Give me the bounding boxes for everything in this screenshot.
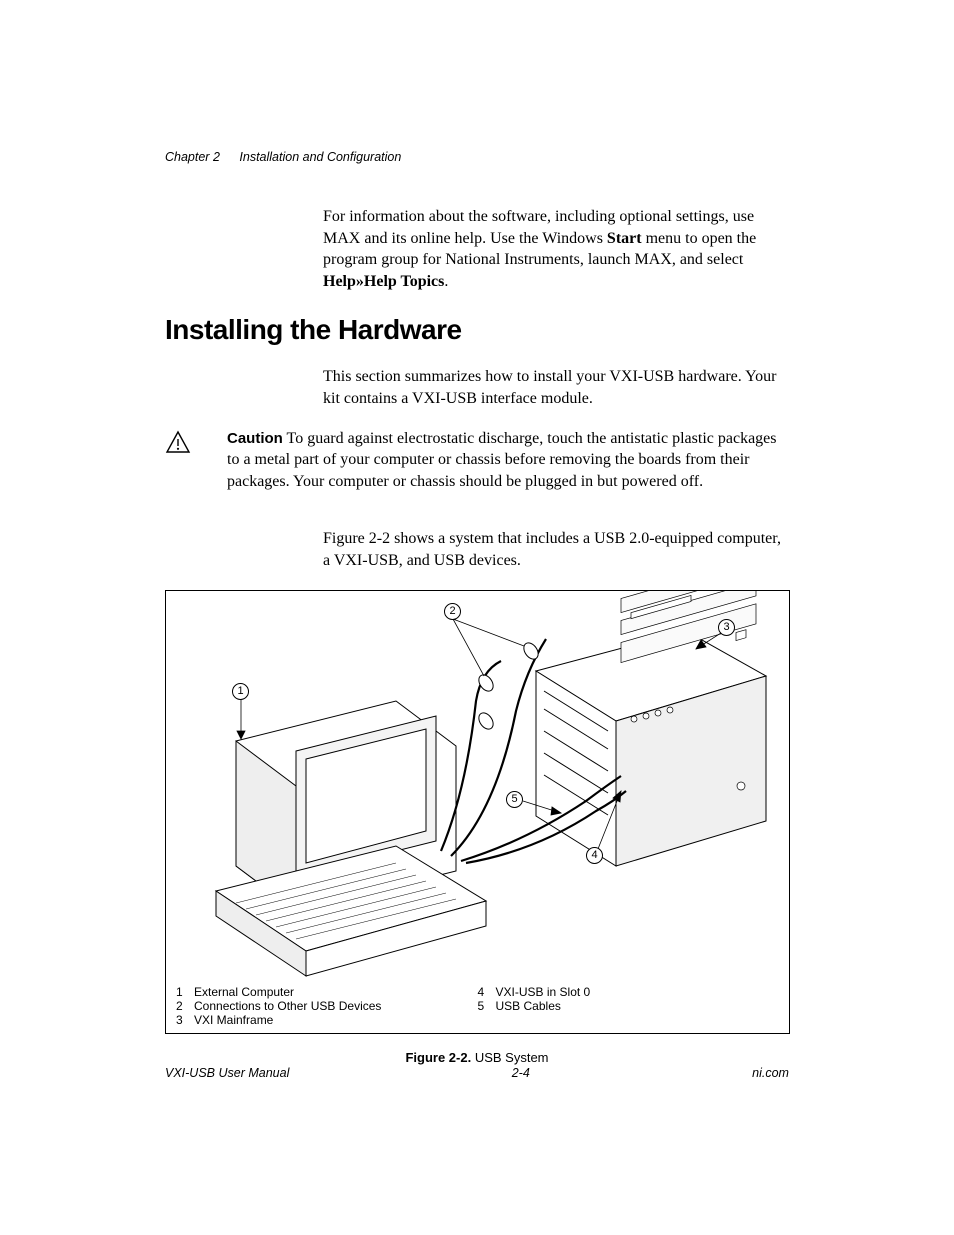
intro-text-help: Help»Help Topics (323, 273, 444, 290)
caution-block: Caution To guard against electrostatic d… (165, 428, 789, 511)
legend-item-4: 4VXI-USB in Slot 0 (478, 985, 780, 999)
callout-1: 1 (232, 683, 249, 700)
page-footer: VXI-USB User Manual 2-4 ni.com (165, 1066, 789, 1080)
legend-item-3: 3VXI Mainframe (176, 1013, 478, 1027)
legend-col-1: 1External Computer 2Connections to Other… (176, 985, 478, 1027)
caution-text: Caution To guard against electrostatic d… (227, 428, 789, 493)
caution-icon (165, 430, 191, 454)
caution-body: To guard against electrostatic discharge… (227, 430, 777, 490)
figure-illustration: 1 2 3 4 5 (166, 591, 789, 981)
figure-reference: Figure 2-2 shows a system that includes … (323, 528, 789, 571)
footer-url: ni.com (752, 1066, 789, 1080)
intro-text-e: . (444, 273, 448, 290)
figure-title: USB System (471, 1050, 548, 1065)
callout-5: 5 (506, 791, 523, 808)
legend-col-2: 4VXI-USB in Slot 0 5USB Cables (478, 985, 780, 1027)
callout-4: 4 (586, 847, 603, 864)
intro-text-start: Start (607, 230, 642, 247)
footer-manual-name: VXI-USB User Manual (165, 1066, 289, 1080)
figure-caption: Figure 2-2. USB System (165, 1050, 789, 1065)
legend-item-2: 2Connections to Other USB Devices (176, 999, 478, 1013)
usb-system-diagram (166, 591, 789, 981)
figure-legend: 1External Computer 2Connections to Other… (166, 981, 789, 1033)
section-heading: Installing the Hardware (165, 314, 789, 346)
legend-item-5: 5USB Cables (478, 999, 780, 1013)
chapter-number: Chapter 2 (165, 150, 220, 164)
callout-3: 3 (718, 619, 735, 636)
section-intro: This section summarizes how to install y… (323, 366, 789, 409)
callout-2: 2 (444, 603, 461, 620)
intro-paragraph: For information about the software, incl… (323, 206, 789, 292)
figure-label: Figure 2-2. (405, 1050, 471, 1065)
running-header: Chapter 2 Installation and Configuration (165, 150, 789, 164)
figure-box: 1 2 3 4 5 1External Computer 2Connection… (165, 590, 790, 1034)
footer-page-number: 2-4 (512, 1066, 530, 1080)
legend-item-1: 1External Computer (176, 985, 478, 999)
chapter-title: Installation and Configuration (239, 150, 401, 164)
caution-label: Caution (227, 430, 283, 447)
